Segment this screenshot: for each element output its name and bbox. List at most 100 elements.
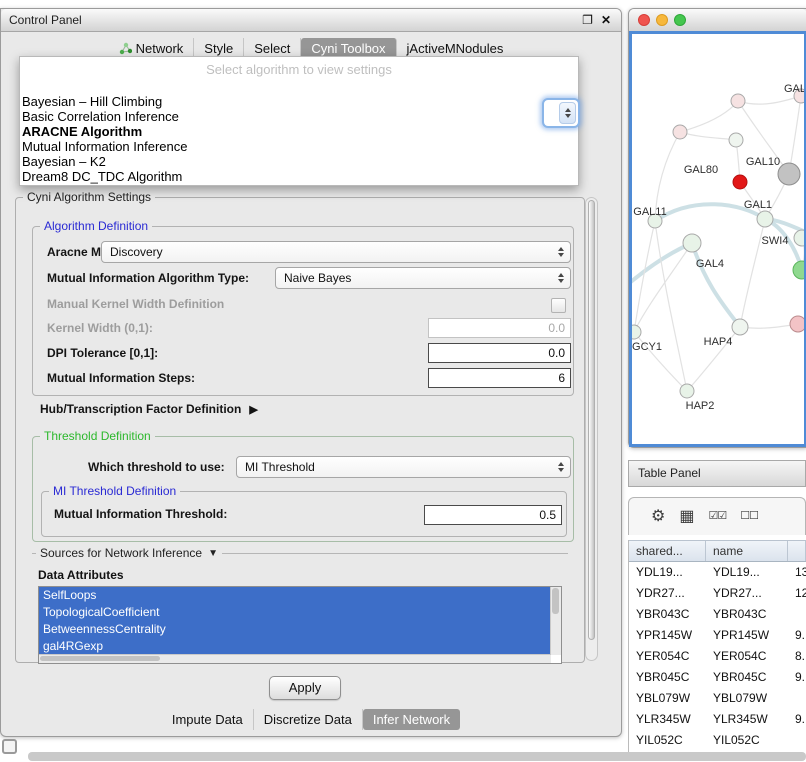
mi-steps-label: Mutual Information Steps: bbox=[47, 367, 195, 389]
algorithm-dropdown-placeholder: Select algorithm to view settings bbox=[20, 60, 578, 80]
combo-arrows-icon bbox=[558, 457, 564, 477]
network-node[interactable] bbox=[673, 125, 687, 139]
column-header-extra[interactable] bbox=[788, 541, 806, 561]
settings-scrollbar-thumb[interactable] bbox=[588, 200, 595, 640]
tab-label: Select bbox=[254, 41, 290, 56]
network-canvas[interactable]: GALGAL80GAL10GAL11GAL1SWI4GAL4GCY1HAP4HA… bbox=[629, 31, 806, 447]
algorithm-option-basic-correlation-inference[interactable]: Basic Correlation Inference bbox=[20, 109, 578, 124]
network-node[interactable] bbox=[731, 94, 745, 108]
tab-label: Discretize Data bbox=[264, 712, 352, 727]
gear-icon[interactable]: ⚙ bbox=[651, 509, 665, 525]
mi-steps-field[interactable]: 6 bbox=[428, 368, 571, 388]
network-view-titlebar[interactable] bbox=[629, 9, 806, 32]
table-row[interactable]: YPR145WYPR145W9. bbox=[629, 625, 806, 646]
network-node[interactable] bbox=[680, 384, 694, 398]
network-node[interactable] bbox=[733, 175, 747, 189]
manual-kernel-width-checkbox[interactable] bbox=[551, 298, 566, 313]
table-panel-title: Table Panel bbox=[638, 461, 701, 486]
algorithm-option-aracne-algorithm[interactable]: ARACNE Algorithm bbox=[20, 124, 578, 139]
attribute-item-betweennesscentrality[interactable]: BetweennessCentrality bbox=[39, 621, 551, 638]
attributes-horizontal-scrollbar[interactable] bbox=[39, 654, 551, 663]
network-node[interactable] bbox=[778, 163, 800, 185]
network-node[interactable] bbox=[790, 316, 804, 332]
network-node[interactable] bbox=[732, 319, 748, 335]
aracne-mode-value: Discovery bbox=[110, 245, 163, 259]
bottom-tab-impute-data[interactable]: Impute Data bbox=[162, 709, 254, 730]
kernel-width-field[interactable]: 0.0 bbox=[428, 318, 571, 338]
table-row[interactable]: YER054CYER054C8. bbox=[629, 646, 806, 667]
zoom-traffic-light-icon[interactable] bbox=[674, 14, 686, 26]
network-edge bbox=[740, 324, 798, 328]
network-node[interactable] bbox=[794, 230, 804, 246]
which-threshold-select[interactable]: MI Threshold bbox=[236, 456, 571, 478]
tab-label: Infer Network bbox=[373, 712, 450, 727]
control-panel-titlebar[interactable]: Control Panel ❐ ✕ bbox=[1, 9, 621, 32]
mi-threshold-definition-group: MI Threshold Definition Mutual Informati… bbox=[41, 491, 567, 537]
table-cell: YBL079W bbox=[629, 688, 706, 709]
algorithm-combobox[interactable] bbox=[542, 98, 580, 128]
settings-scrollbar[interactable] bbox=[585, 197, 598, 661]
table-row[interactable]: YDR27...YDR27...12 bbox=[629, 583, 806, 604]
close-traffic-light-icon[interactable] bbox=[638, 14, 650, 26]
tab-label: Network bbox=[136, 41, 184, 56]
table-body: YDL19...YDL19...13YDR27...YDR27...12YBR0… bbox=[629, 562, 806, 751]
node-label-gal10: GAL10 bbox=[746, 156, 780, 168]
node-label-gal4: GAL4 bbox=[696, 258, 724, 270]
column-header-name[interactable]: name bbox=[706, 541, 788, 561]
algorithm-option-dream8-dc-tdc-algorithm[interactable]: Dream8 DC_TDC Algorithm bbox=[20, 169, 578, 184]
table-cell: YBR043C bbox=[629, 604, 706, 625]
attributes-vertical-scrollbar[interactable] bbox=[550, 587, 561, 655]
sources-section-toggle[interactable]: Sources for Network Inference ▼ bbox=[36, 546, 222, 560]
algorithm-option-mutual-information-inference[interactable]: Mutual Information Inference bbox=[20, 139, 578, 154]
kernel-width-label: Kernel Width (0,1): bbox=[47, 317, 153, 339]
minimize-traffic-light-icon[interactable] bbox=[656, 14, 668, 26]
table-row[interactable]: YDL19...YDL19...13 bbox=[629, 562, 806, 583]
columns-icon[interactable]: ▦ bbox=[679, 509, 694, 525]
dock-icon[interactable] bbox=[2, 739, 17, 754]
select-all-icon[interactable]: ☑☑ bbox=[708, 511, 726, 522]
bottom-tab-infer-network[interactable]: Infer Network bbox=[363, 709, 460, 730]
table-row[interactable]: YBR043CYBR043C bbox=[629, 604, 806, 625]
table-row[interactable]: YBL079WYBL079W bbox=[629, 688, 806, 709]
network-graph[interactable]: GALGAL80GAL10GAL11GAL1SWI4GAL4GCY1HAP4HA… bbox=[632, 34, 804, 445]
float-window-icon[interactable]: ❐ bbox=[582, 13, 593, 27]
dpi-tolerance-field[interactable]: 0.0 bbox=[428, 343, 571, 363]
window-controls bbox=[638, 14, 686, 26]
tab-label: Style bbox=[204, 41, 233, 56]
bottom-tab-discretize-data[interactable]: Discretize Data bbox=[254, 709, 363, 730]
column-header-shared-name[interactable]: shared... bbox=[629, 541, 706, 561]
mi-threshold-field[interactable]: 0.5 bbox=[424, 505, 562, 525]
close-window-icon[interactable]: ✕ bbox=[601, 13, 611, 27]
table-row[interactable]: YBR045CYBR045C9. bbox=[629, 667, 806, 688]
algorithm-definition-group: Algorithm Definition Aracne Mode: Discov… bbox=[32, 226, 574, 396]
table-row[interactable]: YLR345WYLR345W9. bbox=[629, 709, 806, 730]
deselect-all-icon[interactable]: ☐☐ bbox=[740, 511, 758, 522]
network-edge bbox=[680, 101, 738, 132]
dpi-tolerance-label: DPI Tolerance [0,1]: bbox=[47, 342, 158, 364]
algorithm-option-bayesian-k2[interactable]: Bayesian – K2 bbox=[20, 154, 578, 169]
table-cell: YDL19... bbox=[706, 562, 788, 583]
network-node[interactable] bbox=[729, 133, 743, 147]
network-edge bbox=[789, 96, 801, 174]
table-row[interactable]: YIL052CYIL052C bbox=[629, 730, 806, 751]
algorithm-option-bayesian-hill-climbing[interactable]: Bayesian – Hill Climbing bbox=[20, 94, 578, 109]
attribute-item-topologicalcoefficient[interactable]: TopologicalCoefficient bbox=[39, 604, 551, 621]
network-node[interactable] bbox=[683, 234, 701, 252]
aracne-mode-select[interactable]: Discovery bbox=[101, 241, 571, 263]
apply-button[interactable]: Apply bbox=[269, 676, 341, 700]
hub-tf-section-toggle[interactable]: Hub/Transcription Factor Definition ▶ bbox=[40, 402, 258, 416]
network-node[interactable] bbox=[757, 211, 773, 227]
desktop-horizontal-scrollbar[interactable] bbox=[28, 752, 806, 761]
mi-algorithm-type-value: Naive Bayes bbox=[284, 271, 351, 285]
attribute-item-selfloops[interactable]: SelfLoops bbox=[39, 587, 551, 604]
network-node[interactable] bbox=[793, 261, 804, 279]
table-cell: 12 bbox=[788, 583, 806, 604]
network-node[interactable] bbox=[632, 325, 641, 339]
mi-algorithm-type-select[interactable]: Naive Bayes bbox=[275, 267, 571, 289]
mi-threshold-label: Mutual Information Threshold: bbox=[54, 503, 227, 525]
data-attributes-list[interactable]: SelfLoopsTopologicalCoefficientBetweenne… bbox=[38, 586, 562, 664]
attribute-item-gal4rgexp[interactable]: gal4RGexp bbox=[39, 638, 551, 655]
table-panel-header[interactable]: Table Panel bbox=[628, 460, 806, 487]
table-cell: 9. bbox=[788, 667, 806, 688]
table-cell: YIL052C bbox=[706, 730, 788, 751]
